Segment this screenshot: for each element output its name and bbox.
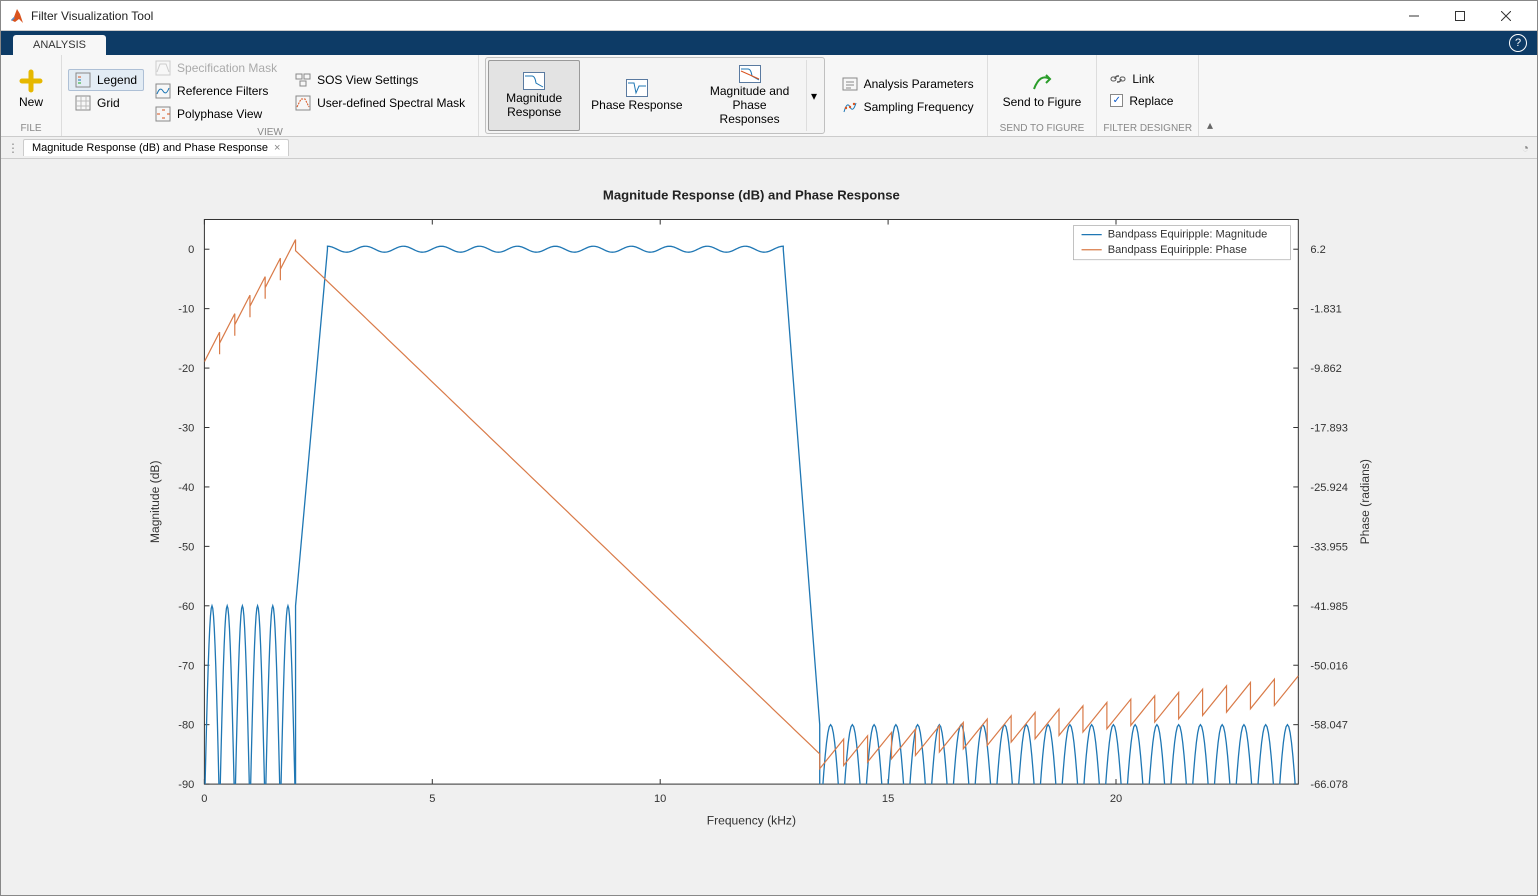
svg-text:-41.985: -41.985	[1310, 601, 1348, 613]
magnitude-icon	[523, 72, 545, 90]
svg-text:-80: -80	[178, 720, 194, 732]
grid-icon	[75, 95, 91, 111]
ribbon: New FILE Legend Grid Specification Mask	[1, 55, 1537, 137]
group-label-file: FILE	[7, 121, 55, 136]
params-icon	[842, 76, 858, 92]
svg-text:Phase (radians): Phase (radians)	[1358, 459, 1372, 544]
svg-text:0: 0	[201, 793, 207, 805]
user-mask-icon	[295, 95, 311, 111]
sos-icon	[295, 72, 311, 88]
ribbon-group-analysis: Magnitude Response Phase Response Magnit…	[479, 55, 987, 136]
svg-text:-33.955: -33.955	[1310, 541, 1348, 553]
svg-text:-66.078: -66.078	[1310, 779, 1348, 791]
svg-text:20: 20	[1110, 793, 1122, 805]
spec-mask-toggle: Specification Mask	[148, 57, 284, 79]
ribbon-collapse-button[interactable]: ▴	[1199, 55, 1221, 136]
svg-text:-50.016: -50.016	[1310, 660, 1348, 672]
svg-text:-9.862: -9.862	[1310, 363, 1341, 375]
checkbox-icon: ✓	[1110, 94, 1123, 107]
svg-text:-40: -40	[178, 482, 194, 494]
analysis-dropdown[interactable]: ▾	[806, 60, 822, 131]
help-icon[interactable]: ?	[1509, 34, 1527, 52]
window-titlebar: Filter Visualization Tool	[1, 1, 1537, 31]
phase-icon	[626, 79, 648, 97]
grid-toggle[interactable]: Grid	[68, 92, 144, 114]
plus-icon	[19, 69, 43, 93]
phase-response-button[interactable]: Phase Response	[580, 60, 693, 131]
polyphase-view-toggle[interactable]: Polyphase View	[148, 103, 284, 125]
svg-text:-30: -30	[178, 423, 194, 435]
svg-text:-70: -70	[178, 660, 194, 672]
maximize-button[interactable]	[1437, 1, 1483, 31]
sampling-icon	[842, 99, 858, 115]
svg-text:Magnitude (dB): Magnitude (dB)	[148, 461, 162, 544]
document-tabbar: ⋮ Magnitude Response (dB) and Phase Resp…	[1, 137, 1537, 159]
svg-text:15: 15	[882, 793, 894, 805]
svg-text:-25.924: -25.924	[1310, 482, 1348, 494]
mask-icon	[155, 60, 171, 76]
svg-text:Magnitude Response (dB) and Ph: Magnitude Response (dB) and Phase Respon…	[603, 187, 900, 202]
ribbon-group-send: Send to Figure SEND TO FIGURE	[988, 55, 1098, 136]
svg-text:-50: -50	[178, 541, 194, 553]
replace-checkbox[interactable]: ✓ Replace	[1103, 91, 1180, 111]
svg-text:Frequency (kHz): Frequency (kHz)	[707, 813, 796, 827]
tab-analysis[interactable]: ANALYSIS	[13, 35, 106, 55]
svg-text:-90: -90	[178, 779, 194, 791]
group-label-designer: FILTER DESIGNER	[1103, 121, 1192, 136]
close-button[interactable]	[1483, 1, 1529, 31]
link-icon	[1110, 71, 1126, 87]
window-title: Filter Visualization Tool	[31, 9, 1391, 23]
svg-text:6.2: 6.2	[1310, 244, 1325, 256]
sampling-frequency-button[interactable]: Sampling Frequency	[835, 96, 981, 118]
new-button[interactable]: New	[7, 64, 55, 114]
legend-icon	[75, 72, 91, 88]
plot-container: 0 5 10 15 20 0 -10 -20 -30 -40 -50 -60 -70 -80 -90 6.2 -…	[1, 159, 1537, 895]
ref-filters-icon	[155, 83, 171, 99]
magphase-icon	[739, 65, 761, 83]
user-spectral-mask[interactable]: User-defined Spectral Mask	[288, 92, 472, 114]
matlab-icon	[9, 8, 25, 24]
ribbon-tabstrip: ANALYSIS ?	[1, 31, 1537, 55]
polyphase-icon	[155, 106, 171, 122]
ribbon-group-file: New FILE	[1, 55, 62, 136]
svg-text:-1.831: -1.831	[1310, 304, 1341, 316]
magnitude-response-button[interactable]: Magnitude Response	[488, 60, 580, 131]
svg-text:Bandpass Equiripple: Phase: Bandpass Equiripple: Phase	[1108, 244, 1247, 256]
chart[interactable]: 0 5 10 15 20 0 -10 -20 -30 -40 -50 -60 -70 -80 -90 6.2 -…	[1, 159, 1537, 895]
svg-text:0: 0	[188, 244, 194, 256]
group-label-send: SEND TO FIGURE	[994, 121, 1091, 136]
send-to-figure-button[interactable]: Send to Figure	[994, 64, 1091, 114]
reference-filters-toggle[interactable]: Reference Filters	[148, 80, 284, 102]
ribbon-group-designer: Link ✓ Replace FILTER DESIGNER	[1097, 55, 1199, 136]
svg-text:-20: -20	[178, 363, 194, 375]
analysis-parameters-button[interactable]: Analysis Parameters	[835, 73, 981, 95]
link-button[interactable]: Link	[1103, 68, 1180, 90]
svg-text:Bandpass Equiripple: Magnitude: Bandpass Equiripple: Magnitude	[1108, 229, 1268, 241]
ribbon-group-view: Legend Grid Specification Mask Reference…	[62, 55, 479, 136]
svg-text:5: 5	[429, 793, 435, 805]
document-tab-title: Magnitude Response (dB) and Phase Respon…	[32, 142, 268, 154]
new-label: New	[19, 95, 43, 109]
tab-menu-button[interactable]: ◔	[1522, 141, 1529, 155]
document-tab[interactable]: Magnitude Response (dB) and Phase Respon…	[23, 139, 289, 156]
send-icon	[1030, 69, 1054, 93]
minimize-button[interactable]	[1391, 1, 1437, 31]
svg-text:-58.047: -58.047	[1310, 720, 1348, 732]
svg-text:-60: -60	[178, 601, 194, 613]
svg-text:-17.893: -17.893	[1310, 423, 1348, 435]
close-tab-icon[interactable]: ×	[274, 142, 280, 154]
svg-text:-10: -10	[178, 304, 194, 316]
svg-text:10: 10	[654, 793, 666, 805]
sos-view-settings[interactable]: SOS View Settings	[288, 69, 472, 91]
legend-toggle[interactable]: Legend	[68, 69, 144, 91]
mag-phase-button[interactable]: Magnitude and Phase Responses	[694, 60, 806, 131]
analysis-gallery: Magnitude Response Phase Response Magnit…	[485, 57, 824, 134]
